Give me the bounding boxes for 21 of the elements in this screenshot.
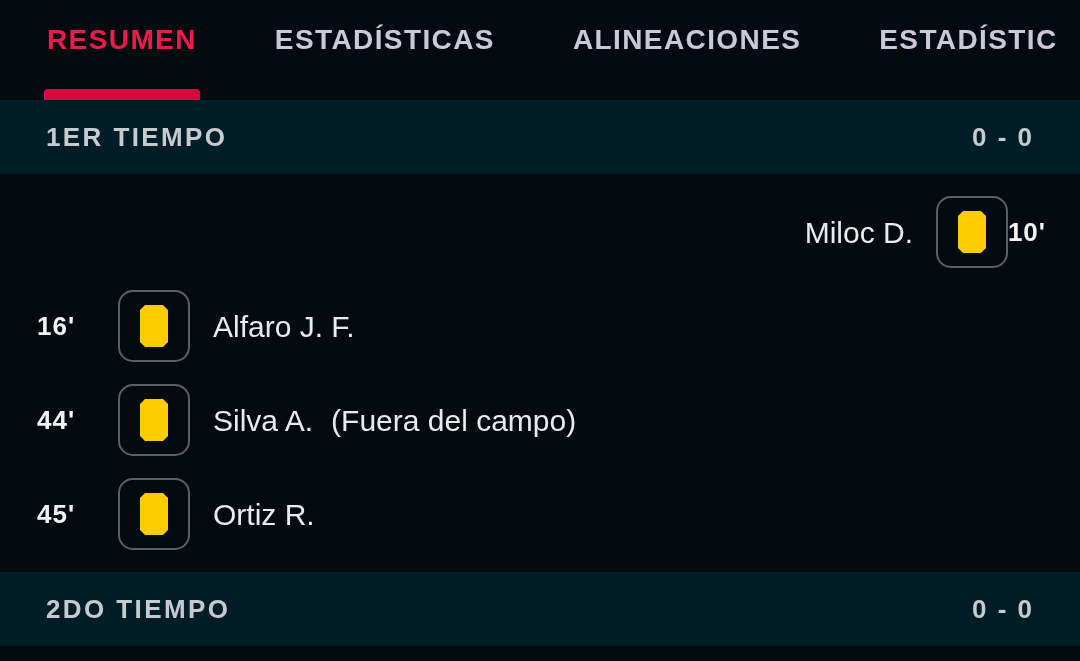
tab[interactable]: RESUMEN — [44, 0, 200, 100]
tab[interactable]: ALINEACIONES — [569, 0, 805, 100]
period-score: 0 - 0 — [971, 592, 1034, 626]
period-title: 1ER TIEMPO — [46, 120, 228, 154]
player-name: Miloc D. — [804, 214, 913, 251]
event-minute: 44' — [37, 403, 76, 437]
player-name: Alfaro J. F. — [213, 308, 355, 345]
tab[interactable]: ESTADÍSTIC — [876, 0, 1061, 100]
event-minute: 16' — [37, 309, 76, 343]
card-icon — [936, 196, 1008, 268]
period-title: 2DO TIEMPO — [46, 592, 231, 626]
card-icon — [118, 290, 190, 362]
event-note: (Fuera del campo) — [331, 402, 577, 439]
card-icon — [118, 478, 190, 550]
player-name: Ortiz R. — [213, 496, 315, 533]
tab[interactable]: ESTADÍSTICAS — [271, 0, 498, 100]
player-name: Silva A. — [213, 402, 314, 439]
card-icon — [118, 384, 190, 456]
period-score: 0 - 0 — [971, 120, 1034, 154]
event-minute: 10' — [1007, 215, 1046, 249]
event-minute: 45' — [37, 497, 76, 531]
